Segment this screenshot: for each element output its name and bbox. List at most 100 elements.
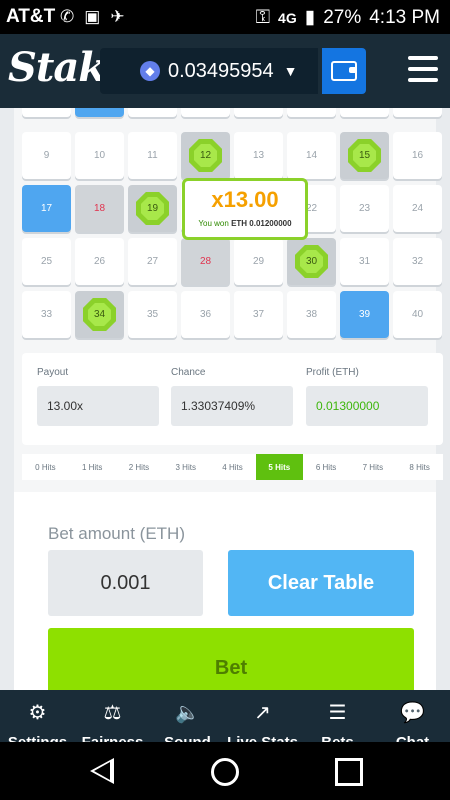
keno-tile[interactable]	[234, 108, 283, 117]
tile-number: 34	[88, 303, 111, 326]
balance-selector[interactable]: ◆ 0.03495954 ▼	[100, 48, 318, 94]
nav-item-fairness[interactable]: ⚖ Fairness	[75, 690, 150, 742]
chance-value: 1.33037409%	[171, 386, 293, 426]
keno-tile-26[interactable]: 26	[75, 238, 124, 285]
wallet-button[interactable]	[322, 48, 366, 94]
tile-number: 40	[411, 309, 424, 320]
hits-tab-4[interactable]: 4 Hits	[209, 454, 256, 480]
carrier-label: AT&T	[6, 6, 56, 27]
keno-tile[interactable]	[287, 108, 336, 117]
keno-tile-31[interactable]: 31	[340, 238, 389, 285]
bet-amount-input[interactable]: 0.001	[48, 550, 203, 616]
back-icon[interactable]	[90, 758, 114, 784]
chart-icon: ↗	[254, 702, 271, 724]
keno-tile-32[interactable]: 32	[393, 238, 442, 285]
keno-tile-35[interactable]: 35	[128, 291, 177, 338]
home-icon[interactable]	[211, 758, 239, 786]
tile-number: 19	[141, 197, 164, 220]
tile-number: 25	[40, 256, 53, 267]
missed-call-icon: ✆	[60, 7, 75, 26]
hits-tab-1[interactable]: 1 Hits	[69, 454, 116, 480]
win-text: You won ETH 0.01200000	[185, 219, 305, 228]
chance-stat: Chance 1.33037409%	[171, 367, 293, 426]
clear-table-button[interactable]: Clear Table	[228, 550, 414, 616]
keno-tile[interactable]	[22, 108, 71, 117]
keno-tile-37[interactable]: 37	[234, 291, 283, 338]
keno-tile-10[interactable]: 10	[75, 132, 124, 179]
keno-tile[interactable]	[75, 108, 124, 117]
keno-tile-27[interactable]: 27	[128, 238, 177, 285]
keno-tile-29[interactable]: 29	[234, 238, 283, 285]
signal-icon: ▮	[304, 7, 316, 28]
keno-tile-14[interactable]: 14	[287, 132, 336, 179]
nav-label: Sound	[164, 734, 211, 742]
tile-number: 26	[93, 256, 106, 267]
battery-label: 27%	[323, 6, 362, 28]
hits-tab-5[interactable]: 5 Hits	[255, 454, 303, 480]
profit-stat: Profit (ETH) 0.01300000	[306, 367, 428, 426]
chat-icon: 💬	[400, 702, 425, 724]
nav-item-settings[interactable]: ⚙ Settings	[0, 690, 75, 742]
tile-number: 37	[252, 309, 265, 320]
keno-tile-23[interactable]: 23	[340, 185, 389, 232]
keno-tile-18[interactable]: 18	[75, 185, 124, 232]
keno-tile-38[interactable]: 38	[287, 291, 336, 338]
keno-tile-11[interactable]: 11	[128, 132, 177, 179]
keno-tile[interactable]	[393, 108, 442, 117]
bottom-nav: ⚙ Settings ⚖ Fairness 🔈 Sound ↗ Live Stats ☰ Bets…	[0, 690, 450, 742]
payout-stat: Payout 13.00x	[37, 367, 159, 426]
keno-tile-30[interactable]: 30	[287, 238, 336, 285]
tile-number: 15	[353, 144, 376, 167]
keno-tile[interactable]	[128, 108, 177, 117]
keno-tile-17[interactable]: 17	[22, 185, 71, 232]
menu-button[interactable]	[408, 56, 438, 82]
keno-tile-40[interactable]: 40	[393, 291, 442, 338]
nav-item-chat[interactable]: 💬 Chat	[375, 690, 450, 742]
gem-icon: 19	[136, 192, 169, 225]
nav-label: Chat	[396, 734, 429, 742]
keno-tile-34[interactable]: 34	[75, 291, 124, 338]
hits-tab-6[interactable]: 6 Hits	[303, 454, 350, 480]
wallet-icon	[331, 61, 357, 81]
notification-icons: ✆ ▣ ✈	[60, 7, 125, 27]
keno-tile-19[interactable]: 19	[128, 185, 177, 232]
bet-button[interactable]: Bet	[48, 628, 414, 690]
win-prefix: You won	[198, 219, 229, 228]
stats-panel: Payout 13.00x Chance 1.33037409% Profit …	[22, 353, 443, 445]
image-icon: ▣	[84, 7, 101, 26]
hits-selector: 0 Hits 1 Hits 2 Hits 3 Hits 4 Hits 5 Hits 6 Hi…	[22, 454, 443, 480]
hamburger-line	[408, 56, 438, 60]
hits-tab-2[interactable]: 2 Hits	[116, 454, 163, 480]
hits-tab-7[interactable]: 7 Hits	[349, 454, 396, 480]
tile-number: 39	[358, 309, 371, 320]
nav-item-bets[interactable]: ☰ Bets	[300, 690, 375, 742]
key-icon: ⚿	[255, 6, 271, 28]
keno-tile-16[interactable]: 16	[393, 132, 442, 179]
clock: 4:13 PM	[369, 6, 440, 28]
keno-tile-15[interactable]: 15	[340, 132, 389, 179]
nav-item-sound[interactable]: 🔈 Sound	[150, 690, 225, 742]
keno-tile-28[interactable]: 28	[181, 238, 230, 285]
nav-item-live-stats[interactable]: ↗ Live Stats	[225, 690, 300, 742]
keno-tile-13[interactable]: 13	[234, 132, 283, 179]
keno-tile-36[interactable]: 36	[181, 291, 230, 338]
keno-tile-33[interactable]: 33	[22, 291, 71, 338]
status-bar: AT&T ✆ ▣ ✈ ⚿ 4G ▮ 27% 4:13 PM	[0, 0, 450, 34]
payout-label: Payout	[37, 367, 69, 378]
hits-tab-3[interactable]: 3 Hits	[162, 454, 209, 480]
keno-tile-12[interactable]: 12	[181, 132, 230, 179]
keno-tile-25[interactable]: 25	[22, 238, 71, 285]
keno-tile-9[interactable]: 9	[22, 132, 71, 179]
profit-value: 0.01300000	[306, 386, 428, 426]
hamburger-line	[408, 67, 438, 71]
keno-tile-39[interactable]: 39	[340, 291, 389, 338]
recent-apps-icon[interactable]	[335, 758, 363, 786]
hits-tab-8[interactable]: 8 Hits	[396, 454, 443, 480]
gem-icon: 30	[295, 245, 328, 278]
keno-tile[interactable]	[181, 108, 230, 117]
keno-tile-24[interactable]: 24	[393, 185, 442, 232]
gear-icon: ⚙	[28, 702, 47, 724]
keno-tile[interactable]	[340, 108, 389, 117]
hits-tab-0[interactable]: 0 Hits	[22, 454, 69, 480]
tile-number: 38	[305, 309, 318, 320]
